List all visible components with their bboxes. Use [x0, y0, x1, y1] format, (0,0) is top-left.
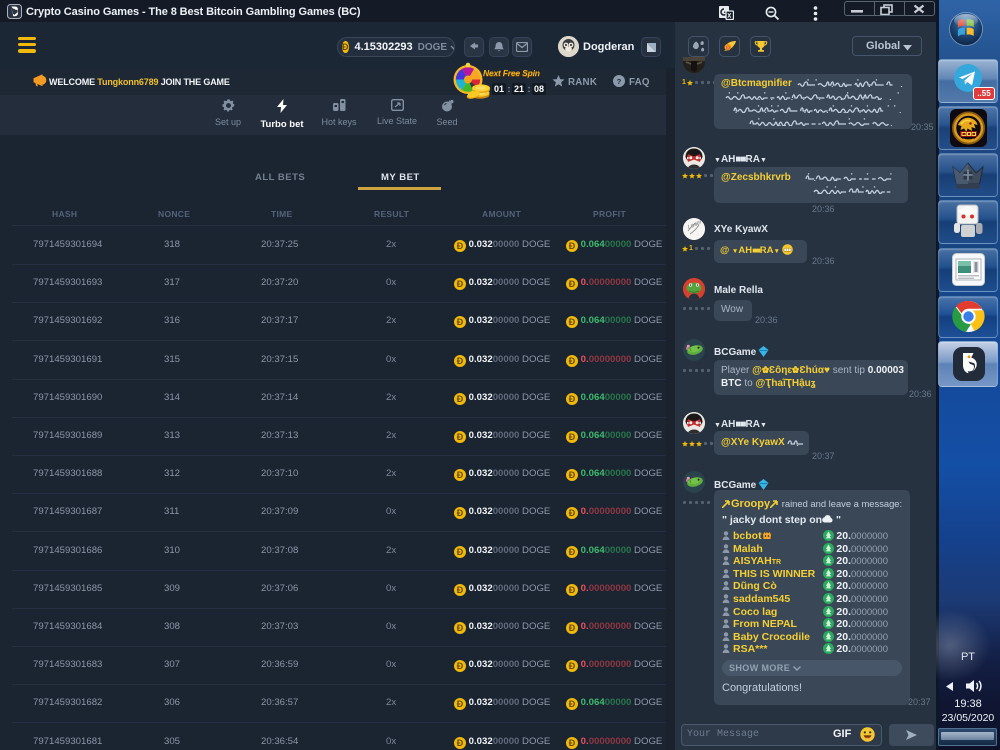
svg-text:Ð: Ð: [726, 46, 730, 52]
svg-text:?: ?: [617, 77, 622, 86]
